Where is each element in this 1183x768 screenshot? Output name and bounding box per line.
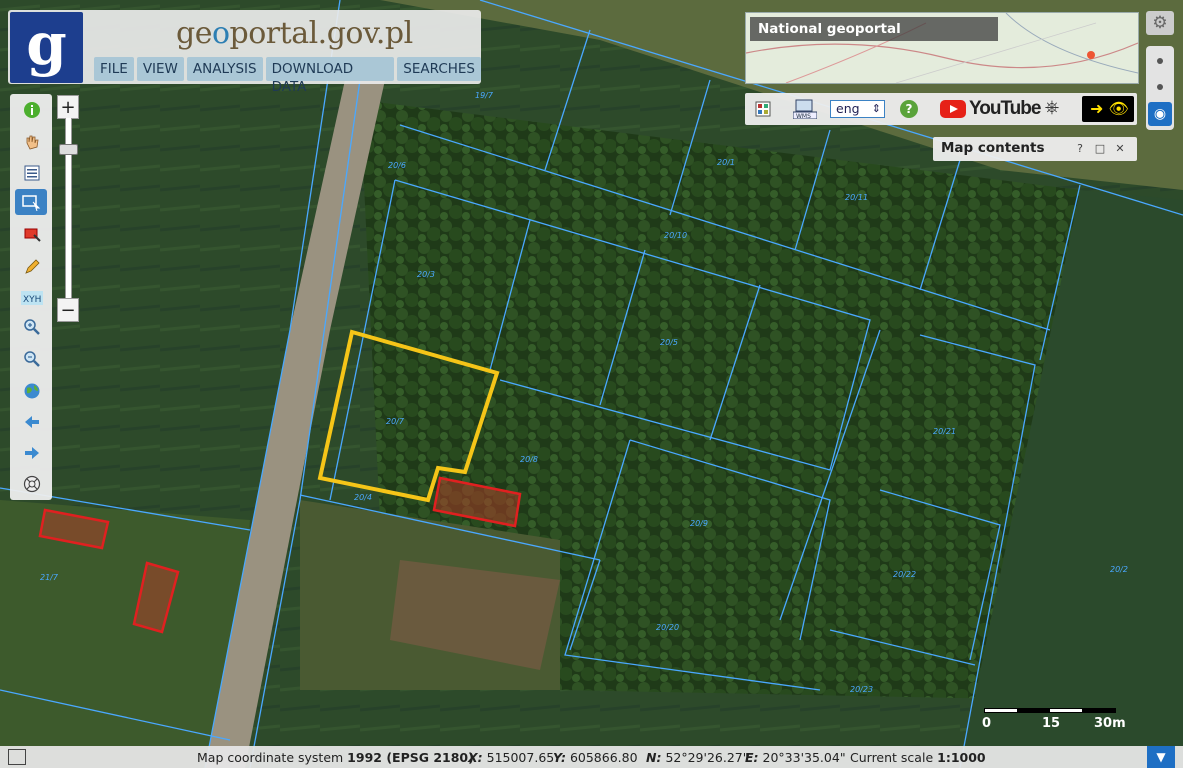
header-panel: g geoportal.gov.pl FILE VIEW ANALYSIS DO… (8, 10, 481, 95)
help-icon[interactable]: ? (900, 100, 918, 118)
y-coordinate: Y: 605866.80 (553, 750, 638, 765)
info-icon[interactable] (21, 99, 43, 121)
map-contents-help-button[interactable]: ? (1073, 142, 1087, 156)
parcel-label: 20/20 (656, 623, 679, 632)
eye-icon[interactable]: ◉ (1148, 102, 1172, 126)
zoom-out-icon[interactable] (21, 348, 43, 370)
zoom-in-icon[interactable] (21, 316, 43, 338)
menu-analysis[interactable]: ANALYSIS (186, 57, 263, 81)
main-menu: FILE VIEW ANALYSIS DOWNLOAD DATA SEARCHE… (94, 57, 481, 95)
parcel-label: 20/9 (690, 519, 708, 528)
scale-label: Current scale (850, 750, 934, 765)
parcel-label: 20/5 (660, 338, 678, 347)
menu-searches[interactable]: SEARCHES (397, 57, 481, 81)
overview-map[interactable]: National geoportal (745, 12, 1139, 84)
crs-info: Map coordinate system 1992 (EPSG 2180) (197, 750, 474, 765)
parcel-label: 20/23 (850, 685, 873, 694)
forward-arrow-icon[interactable] (21, 442, 43, 464)
youtube-play-icon (940, 100, 966, 118)
scale-label-30: 30m (1094, 716, 1126, 731)
zoom-in-button[interactable]: + (57, 95, 79, 119)
parcel-label: 20/2 (1110, 565, 1128, 574)
e-label: E: (745, 750, 759, 765)
parcel-label: 20/6 (388, 161, 406, 170)
crs-value: 1992 (EPSG 2180) (347, 750, 474, 765)
current-scale: Current scale 1:1000 (850, 750, 986, 765)
wheelchair-accessibility-icon[interactable]: ⎈ (1042, 98, 1062, 118)
scale-bar: 0 15 30m (982, 706, 1126, 736)
geoportal-logo[interactable]: g (10, 12, 83, 83)
x-label: X: (468, 750, 483, 765)
parcel-label: 20/10 (664, 231, 687, 240)
title-accent: o (211, 16, 230, 51)
status-bar: Map coordinate system 1992 (EPSG 2180) X… (0, 746, 1183, 768)
status-window-icon[interactable] (8, 749, 26, 765)
zoom-out-button[interactable]: − (57, 298, 79, 322)
youtube-label: YouTube (969, 98, 1041, 119)
menu-view[interactable]: VIEW (136, 57, 184, 81)
parcel-label: 19/7 (475, 91, 494, 100)
youtube-link[interactable]: YouTube (940, 98, 1041, 120)
logo-letter: g (26, 9, 67, 78)
catalog-icon[interactable] (755, 101, 771, 121)
top-toolbar: WMS eng ? YouTube ⎈ ➜ 👁 (745, 93, 1137, 125)
map-contents-close-button[interactable]: ✕ (1113, 142, 1127, 156)
view-dot-2[interactable] (1157, 84, 1163, 90)
scale-bar-graphic (984, 708, 1116, 713)
title-prefix: ge (176, 16, 212, 51)
menu-file[interactable]: FILE (94, 57, 134, 81)
x-coordinate: X: 515007.65 (468, 750, 554, 765)
select-red-icon[interactable] (21, 224, 43, 246)
parcel-label: 20/21 (933, 427, 956, 436)
scale-label-15: 15 (1042, 716, 1061, 731)
svg-text:WMS: WMS (796, 113, 811, 119)
location-marker-icon (1087, 51, 1095, 59)
globe-icon[interactable] (21, 380, 43, 402)
y-label: Y: (553, 750, 566, 765)
scale-label-0: 0 (982, 716, 992, 731)
e-coordinate: E: 20°33'35.04" (745, 750, 846, 765)
xyh-coordinates-icon[interactable]: XYH (21, 287, 43, 309)
map-toolbar: XYH (10, 94, 52, 500)
expand-down-icon[interactable]: ▼ (1147, 746, 1175, 768)
back-arrow-icon[interactable] (21, 411, 43, 433)
map-contents-title: Map contents (941, 140, 1045, 156)
legend-icon[interactable] (21, 162, 43, 184)
contrast-eye-icon[interactable]: ➜ 👁 (1082, 96, 1134, 122)
n-value: 52°29'26.27" (665, 750, 749, 765)
full-extent-icon[interactable] (21, 473, 43, 495)
parcel-label: 20/7 (386, 417, 405, 426)
title-rest: portal.gov.pl (229, 16, 414, 51)
parcel-label: 20/4 (354, 493, 372, 502)
site-title: geoportal.gov.pl (176, 16, 413, 51)
parcel-label: 20/22 (893, 570, 916, 579)
crs-label: Map coordinate system (197, 750, 344, 765)
svg-text:XYH: XYH (23, 295, 41, 305)
n-coordinate: N: 52°29'26.27" (646, 750, 749, 765)
parcel-label: 20/8 (520, 455, 538, 464)
select-rectangle-icon[interactable] (15, 189, 47, 215)
zoom-slider-handle[interactable] (59, 144, 78, 155)
wms-icon[interactable]: WMS (792, 99, 818, 123)
parcel-label: 20/1 (717, 158, 735, 167)
pencil-icon[interactable] (21, 256, 43, 278)
pan-hand-icon[interactable] (21, 131, 43, 153)
parcel-label: 20/3 (417, 270, 435, 279)
e-value: 20°33'35.04" (762, 750, 846, 765)
menu-download-data[interactable]: DOWNLOAD DATA (265, 57, 395, 95)
n-label: N: (646, 750, 662, 765)
settings-gear-icon[interactable]: ⚙ (1146, 11, 1174, 35)
x-value: 515007.65 (486, 750, 555, 765)
view-mode-control: ◉ (1146, 46, 1174, 130)
language-select[interactable]: eng (830, 100, 885, 118)
map-contents-maximize-button[interactable]: □ (1093, 142, 1107, 156)
parcel-label: 21/7 (40, 573, 59, 582)
scale-value: 1:1000 (937, 750, 986, 765)
y-value: 605866.80 (569, 750, 638, 765)
map-contents-panel: Map contents ? □ ✕ (933, 137, 1137, 161)
parcel-label: 20/11 (845, 193, 868, 202)
overview-title: National geoportal (750, 17, 998, 41)
view-dot-1[interactable] (1157, 58, 1163, 64)
